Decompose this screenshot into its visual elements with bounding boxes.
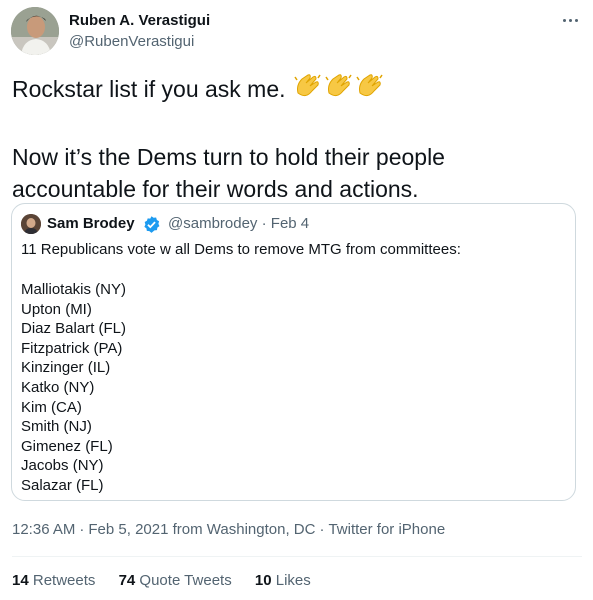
likes-stat[interactable]: 10 Likes bbox=[255, 572, 311, 589]
member-item: Upton (MI) bbox=[21, 300, 92, 318]
avatar-photo bbox=[11, 7, 59, 55]
quoted-author-name: Sam Brodey bbox=[47, 215, 135, 232]
member-item: Salazar (FL) bbox=[21, 476, 104, 494]
quoted-tweet[interactable]: Sam Brodey @sambrodey · Feb 4 11 Republi… bbox=[11, 203, 576, 501]
quoted-date: Feb 4 bbox=[270, 215, 310, 232]
quoted-author-avatar bbox=[21, 214, 41, 234]
verified-badge-icon bbox=[142, 215, 161, 234]
member-item: Kinzinger (IL) bbox=[21, 359, 111, 377]
author-avatar[interactable] bbox=[11, 7, 59, 55]
member-item: Jacobs (NY) bbox=[21, 457, 104, 475]
tweet-line-2: Now it’s the Dems turn to hold their peo… bbox=[12, 144, 445, 170]
tweet-client[interactable]: Twitter for iPhone bbox=[328, 521, 445, 538]
tweet-time[interactable]: 12:36 AM bbox=[12, 521, 75, 538]
member-item: Smith (NJ) bbox=[21, 418, 92, 436]
engagement-stats: 14 Retweets 74 Quote Tweets 10 Likes bbox=[12, 572, 330, 589]
quote-tweets-stat[interactable]: 74 Quote Tweets bbox=[119, 572, 232, 589]
tweet-timestamp: 12:36 AM · Feb 5, 2021 from Washington, DC… bbox=[12, 521, 446, 538]
divider bbox=[12, 556, 582, 557]
member-item: Katko (NY) bbox=[21, 378, 95, 396]
member-item: Fitzpatrick (PA) bbox=[21, 339, 123, 357]
tweet-date-location[interactable]: Feb 5, 2021 from Washington, DC bbox=[88, 521, 315, 538]
author-handle[interactable]: @RubenVerastigui bbox=[69, 33, 194, 50]
tweet-line-1: Rockstar list if you ask me. bbox=[12, 73, 572, 109]
member-item: Diaz Balart (FL) bbox=[21, 320, 127, 338]
retweets-stat[interactable]: 14 Retweets bbox=[12, 572, 95, 589]
member-item: Gimenez (FL) bbox=[21, 437, 113, 455]
author-name[interactable]: Ruben A. Verastigui bbox=[69, 12, 210, 29]
quoted-meta: @sambrodey · Feb 4 bbox=[168, 215, 310, 232]
quoted-handle: @sambrodey bbox=[168, 215, 258, 232]
clapping-hands-icon bbox=[292, 73, 386, 109]
tweet-line-3: accountable for their words and actions. bbox=[12, 176, 419, 202]
more-options-icon[interactable] bbox=[560, 10, 582, 30]
member-list: Malliotakis (NY) Upton (MI) Diaz Balart … bbox=[21, 280, 126, 496]
tweet-text: Rockstar list if you ask me. Now it’s th… bbox=[12, 73, 572, 205]
quoted-intro: 11 Republicans vote w all Dems to remove… bbox=[21, 241, 461, 258]
member-item: Kim (CA) bbox=[21, 398, 82, 416]
member-item: Malliotakis (NY) bbox=[21, 281, 127, 298]
